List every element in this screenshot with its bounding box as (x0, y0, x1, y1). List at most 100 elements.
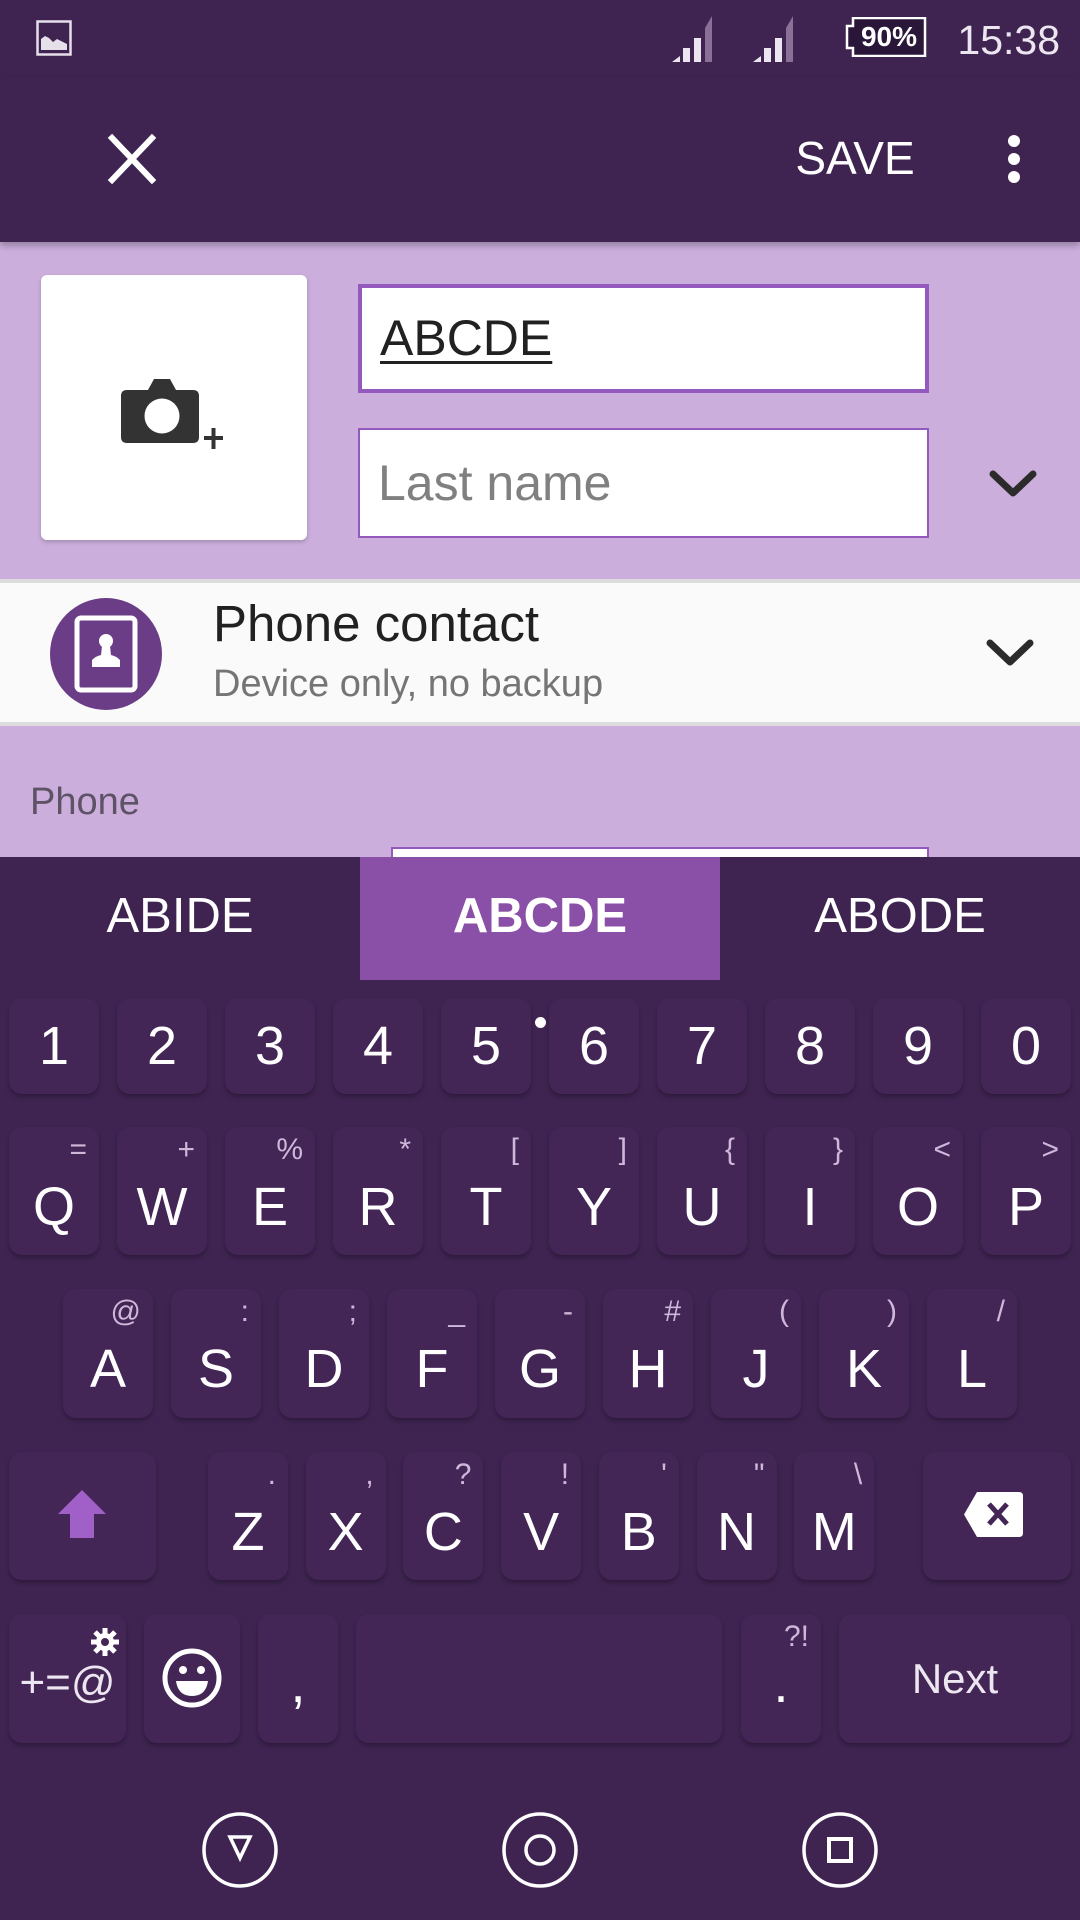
key-z[interactable]: Z. (208, 1452, 288, 1580)
key-n[interactable]: N " (696, 1452, 777, 1580)
key-i[interactable]: I} (765, 1127, 855, 1255)
key-alt-label: @ (110, 1295, 141, 1328)
key-alt-label: % (276, 1133, 303, 1166)
key-label: 4 (362, 1016, 394, 1076)
key-label: 3 (254, 1016, 286, 1076)
symbols-key[interactable]: +=@ (9, 1614, 126, 1743)
key-label: V (523, 1502, 560, 1562)
key-l[interactable]: L / (927, 1289, 1017, 1418)
home-icon[interactable] (501, 1811, 579, 1889)
key-7[interactable]: 7 (657, 998, 747, 1094)
suggestion-bar: ABIDE ABCDE ABODE (0, 857, 1080, 1028)
key-v[interactable]: V! (501, 1452, 582, 1580)
key-alt-label: \ (853, 1458, 863, 1491)
key-alt-label: ? (454, 1458, 472, 1491)
contact-card-icon (74, 615, 138, 693)
key-m[interactable]: M \ (794, 1452, 875, 1580)
key-alt-label: / (996, 1295, 1005, 1328)
backspace-icon (964, 1492, 1023, 1537)
key-alt-label: = (69, 1133, 87, 1166)
space-key[interactable] (356, 1614, 722, 1743)
key-e[interactable]: E% (225, 1127, 315, 1255)
back-icon[interactable] (201, 1811, 279, 1889)
chevron-down-icon[interactable] (975, 621, 1045, 685)
key-3[interactable]: 3 (225, 998, 315, 1094)
suggestion-item[interactable]: ABODE (720, 857, 1080, 980)
first-name-value: ABCDE (380, 310, 553, 366)
suggestion-item-active[interactable]: ABCDE (360, 857, 720, 1028)
key-label: G (518, 1339, 561, 1399)
key-y[interactable]: Y] (549, 1127, 639, 1255)
signal-sim1-icon (672, 16, 712, 62)
period-key[interactable]: .?! (741, 1614, 821, 1743)
key-label: 6 (578, 1016, 610, 1076)
key-r[interactable]: R * (333, 1127, 423, 1255)
key-0[interactable]: 0 (981, 998, 1071, 1094)
key-label: Next (911, 1655, 999, 1702)
backspace-key[interactable] (923, 1452, 1071, 1580)
key-label: B (620, 1502, 657, 1562)
key-label: 5 (470, 1016, 502, 1076)
key-g[interactable]: G- (495, 1289, 585, 1418)
key-label: 9 (902, 1016, 934, 1076)
soft-keyboard: ABIDE ABCDE ABODE 1 2 3 4 5 6 7 8 9 0 Q = W + E% R * T[Y]… (0, 857, 1080, 1763)
key-5[interactable]: 5 (441, 998, 531, 1094)
comma-key[interactable]: , (258, 1614, 338, 1743)
key-q[interactable]: Q = (9, 1127, 99, 1255)
key-label: W (136, 1177, 188, 1237)
key-alt-label: } (832, 1133, 843, 1166)
first-name-field[interactable]: ABCDE (358, 284, 929, 393)
key-label: Z (231, 1502, 265, 1562)
key-9[interactable]: 9 (873, 998, 963, 1094)
key-k[interactable]: K) (819, 1289, 909, 1418)
key-u[interactable]: U{ (657, 1127, 747, 1255)
status-bar: 90% 15:38 (0, 0, 1080, 78)
key-alt-label: * (399, 1133, 411, 1166)
key-o[interactable]: O < (873, 1127, 963, 1255)
account-title: Phone contact (213, 595, 540, 652)
key-4[interactable]: 4 (333, 998, 423, 1094)
account-subtitle: Device only, no backup (213, 663, 604, 705)
key-a[interactable]: A @ (63, 1289, 153, 1418)
account-selector[interactable]: Phone contact Device only, no backup (0, 579, 1080, 726)
navigation-bar (0, 1763, 1080, 1920)
key-label: F (415, 1339, 449, 1399)
key-j[interactable]: J( (711, 1289, 801, 1418)
key-p[interactable]: P > (981, 1127, 1071, 1255)
key-2[interactable]: 2 (117, 998, 207, 1094)
add-photo-button[interactable] (41, 275, 307, 540)
key-alt-label: ' (661, 1458, 667, 1491)
key-t[interactable]: T[ (441, 1127, 531, 1255)
key-b[interactable]: B ' (598, 1452, 679, 1580)
recents-icon[interactable] (801, 1811, 879, 1889)
key-alt-label: [ (510, 1133, 519, 1166)
shift-key[interactable] (9, 1452, 156, 1580)
more-suggestions-icon (360, 953, 720, 1028)
key-h[interactable]: H # (603, 1289, 693, 1418)
next-key[interactable]: Next (839, 1614, 1071, 1743)
key-alt-label: - (563, 1295, 573, 1328)
chevron-down-icon[interactable] (978, 452, 1048, 516)
key-c[interactable]: C? (403, 1452, 484, 1580)
close-icon[interactable] (96, 123, 168, 195)
key-w[interactable]: W + (117, 1127, 207, 1255)
emoji-key[interactable] (144, 1614, 240, 1743)
last-name-field[interactable]: Last name (358, 428, 929, 538)
key-alt-label: ) (887, 1295, 897, 1328)
key-f[interactable]: F _ (387, 1289, 477, 1418)
key-1[interactable]: 1 (9, 998, 99, 1094)
key-x[interactable]: X, (305, 1452, 386, 1580)
emoji-icon (162, 1648, 222, 1708)
key-d[interactable]: D; (279, 1289, 369, 1418)
key-6[interactable]: 6 (549, 998, 639, 1094)
key-label: 7 (686, 1016, 718, 1076)
menu-dot (1008, 153, 1020, 165)
suggestion-item[interactable]: ABIDE (0, 857, 360, 980)
save-button[interactable]: SAVE (780, 120, 930, 196)
more-vert-icon[interactable] (984, 120, 1044, 196)
key-label: P (1007, 1177, 1045, 1237)
key-alt-label: ; (348, 1295, 357, 1328)
key-8[interactable]: 8 (765, 998, 855, 1094)
key-s[interactable]: S: (171, 1289, 261, 1418)
key-label: T (469, 1177, 503, 1237)
